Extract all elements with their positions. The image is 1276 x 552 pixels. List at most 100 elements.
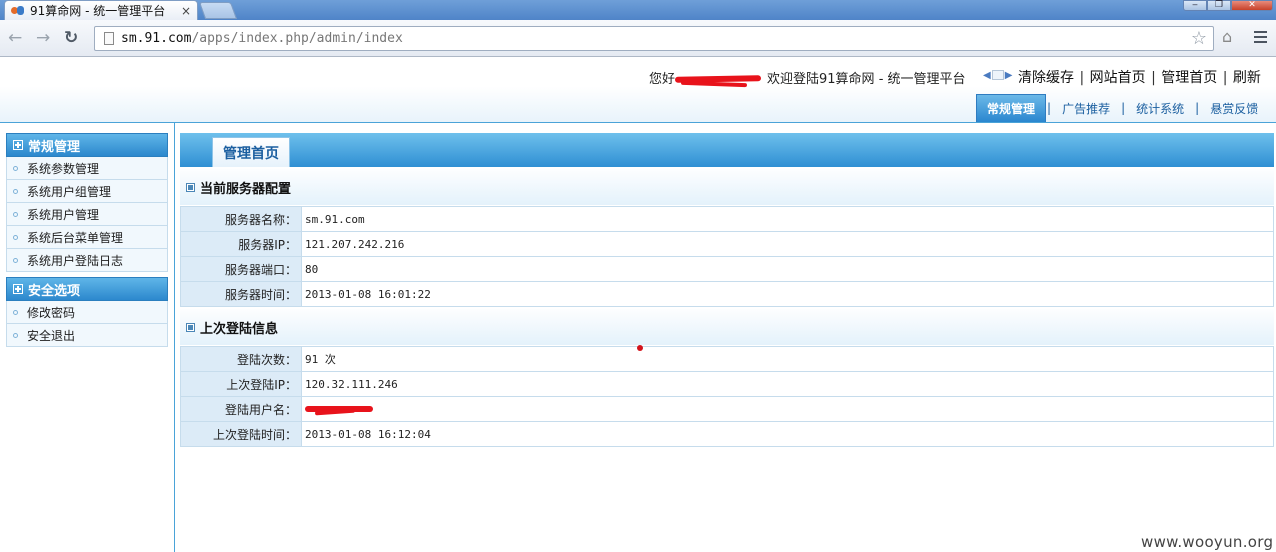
bullet-icon — [13, 188, 18, 194]
expand-icon[interactable] — [13, 284, 23, 294]
table-row: 服务器时间： 2013-01-08 16:01:22 — [180, 281, 1274, 307]
browser-menu-icon[interactable] — [1254, 31, 1267, 43]
row-value: 2013-01-08 16:12:04 — [301, 421, 1274, 447]
sidebar-item-user-groups[interactable]: 系统用户组管理 — [6, 180, 168, 203]
refresh-link[interactable]: 刷新 — [1233, 70, 1261, 86]
row-label: 上次登陆IP： — [180, 371, 302, 397]
nav-tab-general[interactable]: 常规管理 — [976, 94, 1047, 122]
row-label: 服务器名称： — [180, 206, 302, 232]
table-row: 上次登陆IP： 120.32.111.246 — [180, 371, 1274, 397]
section-icon — [186, 322, 195, 332]
table-row: 登陆次数： 91 次 — [180, 346, 1274, 372]
browser-toolbar: ← → ↻ sm.91.com/apps/index.php/admin/ind… — [0, 20, 1276, 57]
scroll-arrows[interactable]: ◀ ▶ — [983, 70, 1012, 81]
chrome-sync-icon[interactable]: ⌂ — [1222, 27, 1232, 46]
sidebar: 常规管理 系统参数管理 系统用户组管理 系统用户管理 系统后台菜单管理 系统用户… — [6, 133, 168, 352]
scroll-left-icon[interactable]: ◀ — [983, 70, 991, 81]
row-label: 服务器时间： — [180, 281, 302, 307]
sidebar-item-label: 系统用户组管理 — [27, 184, 112, 199]
sidebar-group-security: 安全选项 修改密码 安全退出 — [6, 277, 168, 347]
table-row: 登陆用户名： — [180, 396, 1274, 422]
header-links: 清除缓存 | 网站首页 | 管理首页 | 刷新 — [1018, 70, 1261, 86]
sidebar-item-label: 修改密码 — [27, 305, 76, 320]
browser-tab[interactable]: 91算命网 - 统一管理平台 × — [4, 0, 198, 20]
forward-arrow-icon[interactable]: → — [36, 28, 50, 48]
site-favicon-icon — [11, 5, 25, 17]
url-path: /apps/index.php/admin/index — [191, 31, 403, 46]
reload-icon[interactable]: ↻ — [64, 28, 78, 48]
admin-header: 您好 欢迎登陆91算命网 - 统一管理平台 ◀ ▶ 清除缓存 | 网站首页 | 管理… — [0, 57, 1276, 123]
row-label: 服务器IP： — [180, 231, 302, 257]
greeting: 您好 欢迎登陆91算命网 - 统一管理平台 — [649, 68, 966, 87]
nav-tab-stats[interactable]: 统计系统 — [1126, 94, 1194, 122]
bullet-icon — [13, 309, 18, 315]
row-value: 91 次 — [301, 346, 1274, 372]
row-label: 上次登陆时间： — [180, 421, 302, 447]
new-tab-button[interactable] — [198, 2, 238, 19]
sidebar-item-label: 系统参数管理 — [27, 161, 100, 176]
nav-tab-ads[interactable]: 广告推荐 — [1052, 94, 1120, 122]
address-bar[interactable]: sm.91.com/apps/index.php/admin/index ☆ — [94, 26, 1214, 51]
admin-home-link[interactable]: 管理首页 — [1161, 70, 1217, 86]
sidebar-item-label: 系统后台菜单管理 — [27, 230, 124, 245]
clear-cache-link[interactable]: 清除缓存 — [1018, 70, 1074, 86]
url-text[interactable]: sm.91.com/apps/index.php/admin/index — [121, 31, 403, 46]
sidebar-item-change-password[interactable]: 修改密码 — [6, 301, 168, 324]
sidebar-group-general: 常规管理 系统参数管理 系统用户组管理 系统用户管理 系统后台菜单管理 系统用户… — [6, 133, 168, 272]
sidebar-item-system-params[interactable]: 系统参数管理 — [6, 157, 168, 180]
tab-close-icon[interactable]: × — [181, 4, 191, 18]
row-label: 登陆次数： — [180, 346, 302, 372]
bullet-icon — [13, 234, 18, 240]
bookmark-star-icon[interactable]: ☆ — [1191, 28, 1207, 49]
page-icon — [104, 32, 114, 45]
expand-icon[interactable] — [13, 140, 23, 150]
sidebar-item-label: 系统用户登陆日志 — [27, 253, 124, 268]
browser-titlebar: 91算命网 - 统一管理平台 × ‒ ❐ ✕ — [0, 0, 1276, 20]
sidebar-group-header[interactable]: 常规管理 — [6, 133, 168, 157]
main-nav: 常规管理 | 广告推荐 | 统计系统 | 悬赏反馈 — [976, 94, 1268, 122]
window-maximize-button[interactable]: ❐ — [1207, 0, 1231, 11]
table-row: 上次登陆时间： 2013-01-08 16:12:04 — [180, 421, 1274, 447]
sidebar-group-title: 安全选项 — [28, 283, 81, 299]
tab-admin-home[interactable]: 管理首页 — [212, 137, 290, 167]
sidebar-item-label: 安全退出 — [27, 328, 76, 343]
last-login-heading: 上次登陆信息 — [180, 309, 1274, 345]
section-title: 上次登陆信息 — [200, 321, 279, 337]
redacted-username — [675, 74, 763, 86]
sidebar-group-title: 常规管理 — [28, 139, 81, 155]
sidebar-group-header[interactable]: 安全选项 — [6, 277, 168, 301]
bullet-icon — [13, 211, 18, 217]
section-title: 当前服务器配置 — [200, 181, 292, 197]
back-arrow-icon[interactable]: ← — [8, 28, 22, 48]
sidebar-item-logout[interactable]: 安全退出 — [6, 324, 168, 347]
sidebar-item-users[interactable]: 系统用户管理 — [6, 203, 168, 226]
window-minimize-button[interactable]: ‒ — [1183, 0, 1207, 11]
scroll-right-icon[interactable]: ▶ — [1005, 70, 1013, 81]
scroll-box — [991, 70, 1004, 80]
last-login-table: 登陆次数： 91 次 上次登陆IP： 120.32.111.246 登陆用户名： 上… — [180, 346, 1274, 447]
sidebar-item-label: 系统用户管理 — [27, 207, 100, 222]
sidebar-item-login-log[interactable]: 系统用户登陆日志 — [6, 249, 168, 272]
table-row: 服务器IP： 121.207.242.216 — [180, 231, 1274, 257]
watermark: www.wooyun.org — [1141, 533, 1274, 551]
section-icon — [186, 182, 195, 192]
sidebar-item-menus[interactable]: 系统后台菜单管理 — [6, 226, 168, 249]
row-value: 121.207.242.216 — [301, 231, 1274, 257]
row-value: 120.32.111.246 — [301, 371, 1274, 397]
content-tabbar: 管理首页 — [180, 133, 1274, 167]
bullet-icon — [13, 332, 18, 338]
server-config-heading: 当前服务器配置 — [180, 169, 1274, 205]
annotation-dot — [637, 345, 643, 351]
row-value: sm.91.com — [301, 206, 1274, 232]
row-label: 登陆用户名： — [180, 396, 302, 422]
row-value: 2013-01-08 16:01:22 — [301, 281, 1274, 307]
url-host: sm.91.com — [121, 31, 192, 46]
bullet-icon — [13, 257, 18, 263]
server-config-table: 服务器名称： sm.91.com 服务器IP： 121.207.242.216 服务… — [180, 206, 1274, 307]
tab-title: 91算命网 - 统一管理平台 — [30, 4, 166, 18]
site-home-link[interactable]: 网站首页 — [1090, 70, 1146, 86]
sidebar-divider — [174, 123, 175, 552]
nav-tab-feedback[interactable]: 悬赏反馈 — [1200, 94, 1268, 122]
bullet-icon — [13, 165, 18, 171]
window-close-button[interactable]: ✕ — [1231, 0, 1273, 11]
